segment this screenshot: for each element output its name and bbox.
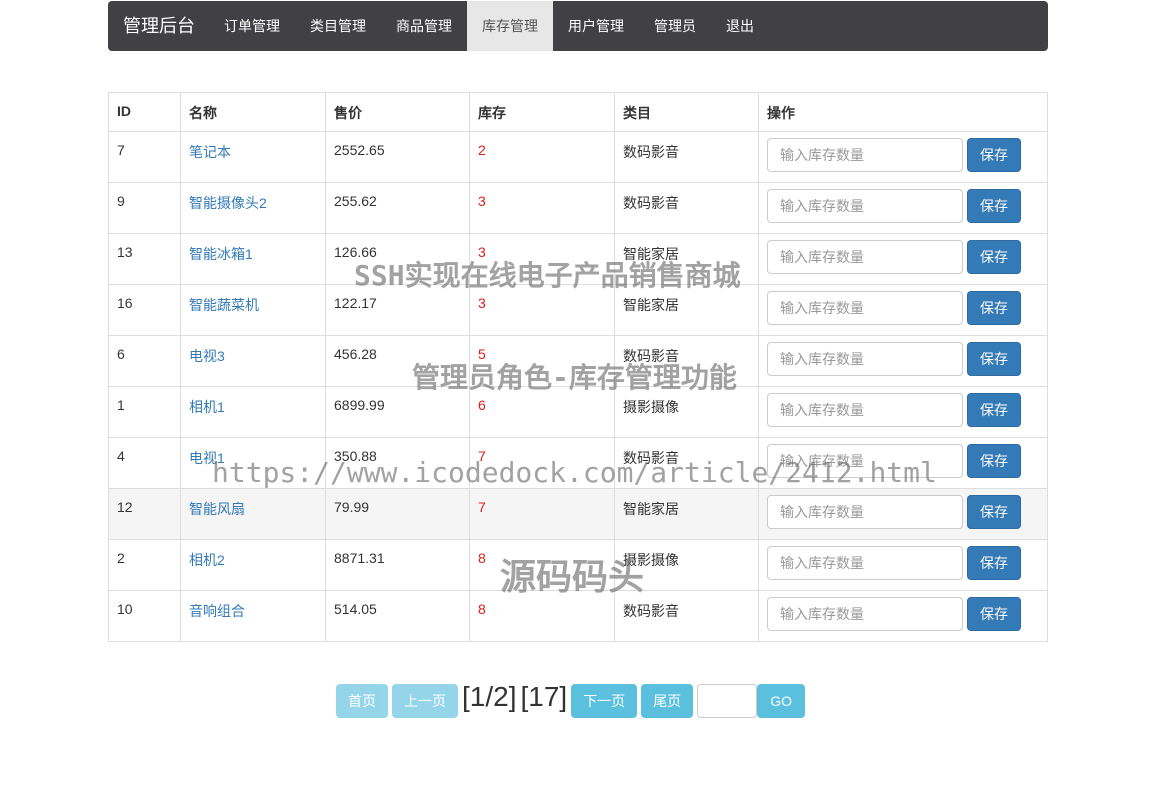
- stock-quantity-input[interactable]: [768, 496, 962, 528]
- header-stock: 库存: [470, 93, 615, 132]
- cell-name-link[interactable]: 智能风扇: [181, 489, 326, 540]
- cell-id: 13: [109, 234, 181, 285]
- cell-name-link[interactable]: 电视3: [181, 336, 326, 387]
- table-row: 9 智能摄像头2 255.62 3 数码影音 输入库存数量保存: [109, 183, 1048, 234]
- stock-quantity-input[interactable]: [768, 598, 962, 630]
- stock-quantity-field[interactable]: 输入库存数量: [767, 495, 963, 529]
- nav-categories[interactable]: 类目管理: [295, 1, 381, 51]
- cell-category: 数码影音: [615, 132, 759, 183]
- cell-stock: 7: [470, 489, 615, 540]
- watermark-url: https://www.icodedock.com/article/2412.h…: [212, 456, 937, 489]
- table-row: 12 智能风扇 79.99 7 智能家居 输入库存数量保存: [109, 489, 1048, 540]
- save-button[interactable]: 保存: [967, 291, 1021, 325]
- stock-quantity-input[interactable]: [768, 343, 962, 375]
- header-actions: 操作: [759, 93, 1048, 132]
- cell-id: 6: [109, 336, 181, 387]
- save-button[interactable]: 保存: [967, 138, 1021, 172]
- nav-products[interactable]: 商品管理: [381, 1, 467, 51]
- cell-name-link[interactable]: 相机2: [181, 540, 326, 591]
- cell-name-link[interactable]: 智能冰箱1: [181, 234, 326, 285]
- cell-id: 2: [109, 540, 181, 591]
- stock-quantity-input[interactable]: [768, 190, 962, 222]
- watermark-subtitle: 管理员角色-库存管理功能: [412, 356, 737, 396]
- first-page-button[interactable]: 首页: [336, 684, 388, 718]
- cell-id: 9: [109, 183, 181, 234]
- cell-name-link[interactable]: 智能蔬菜机: [181, 285, 326, 336]
- cell-name-link[interactable]: 智能摄像头2: [181, 183, 326, 234]
- cell-id: 4: [109, 438, 181, 489]
- header-category: 类目: [615, 93, 759, 132]
- nav-logout[interactable]: 退出: [711, 1, 769, 51]
- cell-actions: 输入库存数量保存: [759, 489, 1048, 540]
- stock-quantity-input[interactable]: [768, 394, 962, 426]
- stock-quantity-field[interactable]: 输入库存数量: [767, 393, 963, 427]
- nav-orders[interactable]: 订单管理: [209, 1, 295, 51]
- cell-category: 智能家居: [615, 489, 759, 540]
- cell-category: 数码影音: [615, 183, 759, 234]
- go-button[interactable]: GO: [757, 684, 805, 718]
- stock-quantity-field[interactable]: 输入库存数量: [767, 291, 963, 325]
- header-id: ID: [109, 93, 181, 132]
- cell-price: 255.62: [326, 183, 470, 234]
- top-navbar: 管理后台 订单管理 类目管理 商品管理 库存管理 用户管理 管理员 退出: [108, 1, 1048, 51]
- stock-quantity-field[interactable]: 输入库存数量: [767, 546, 963, 580]
- nav-admins[interactable]: 管理员: [639, 1, 711, 51]
- watermark-title: SSH实现在线电子产品销售商城: [354, 254, 741, 294]
- next-page-button[interactable]: 下一页: [571, 684, 637, 718]
- cell-actions: 输入库存数量保存: [759, 387, 1048, 438]
- cell-actions: 输入库存数量保存: [759, 336, 1048, 387]
- cell-actions: 输入库存数量保存: [759, 540, 1048, 591]
- stock-quantity-field[interactable]: 输入库存数量: [767, 597, 963, 631]
- save-button[interactable]: 保存: [967, 240, 1021, 274]
- stock-quantity-input[interactable]: [768, 547, 962, 579]
- cell-name-link[interactable]: 音响组合: [181, 591, 326, 642]
- cell-id: 16: [109, 285, 181, 336]
- stock-quantity-field[interactable]: 输入库存数量: [767, 240, 963, 274]
- save-button[interactable]: 保存: [967, 342, 1021, 376]
- cell-id: 1: [109, 387, 181, 438]
- cell-price: 2552.65: [326, 132, 470, 183]
- save-button[interactable]: 保存: [967, 393, 1021, 427]
- cell-stock: 2: [470, 132, 615, 183]
- nav-users[interactable]: 用户管理: [553, 1, 639, 51]
- stock-quantity-input[interactable]: [768, 139, 962, 171]
- brand[interactable]: 管理后台: [108, 1, 209, 51]
- cell-actions: 输入库存数量保存: [759, 285, 1048, 336]
- prev-page-button[interactable]: 上一页: [392, 684, 458, 718]
- save-button[interactable]: 保存: [967, 444, 1021, 478]
- cell-price: 514.05: [326, 591, 470, 642]
- cell-price: 8871.31: [326, 540, 470, 591]
- save-button[interactable]: 保存: [967, 189, 1021, 223]
- cell-name-link[interactable]: 相机1: [181, 387, 326, 438]
- last-page-button[interactable]: 尾页: [641, 684, 693, 718]
- cell-id: 7: [109, 132, 181, 183]
- cell-actions: 输入库存数量保存: [759, 234, 1048, 285]
- cell-id: 10: [109, 591, 181, 642]
- table-row: 7 笔记本 2552.65 2 数码影音 输入库存数量保存: [109, 132, 1048, 183]
- nav-inventory[interactable]: 库存管理: [467, 1, 553, 51]
- cell-price: 79.99: [326, 489, 470, 540]
- stock-quantity-field[interactable]: 输入库存数量: [767, 138, 963, 172]
- cell-name-link[interactable]: 笔记本: [181, 132, 326, 183]
- save-button[interactable]: 保存: [967, 495, 1021, 529]
- page-number-input[interactable]: [697, 684, 757, 718]
- stock-quantity-input[interactable]: [768, 241, 962, 273]
- total-count: [17]: [520, 683, 567, 711]
- stock-quantity-input[interactable]: [768, 292, 962, 324]
- header-price: 售价: [326, 93, 470, 132]
- stock-quantity-field[interactable]: 输入库存数量: [767, 342, 963, 376]
- save-button[interactable]: 保存: [967, 597, 1021, 631]
- cell-actions: 输入库存数量保存: [759, 132, 1048, 183]
- cell-actions: 输入库存数量保存: [759, 591, 1048, 642]
- pagination: 首页 上一页 [1/2] [17] 下一页 尾页 GO: [336, 684, 805, 718]
- page-info: [1/2]: [462, 683, 516, 711]
- cell-id: 12: [109, 489, 181, 540]
- cell-actions: 输入库存数量保存: [759, 183, 1048, 234]
- header-name: 名称: [181, 93, 326, 132]
- watermark-brand: 源码码头: [500, 548, 644, 600]
- stock-quantity-field[interactable]: 输入库存数量: [767, 189, 963, 223]
- save-button[interactable]: 保存: [967, 546, 1021, 580]
- cell-stock: 3: [470, 183, 615, 234]
